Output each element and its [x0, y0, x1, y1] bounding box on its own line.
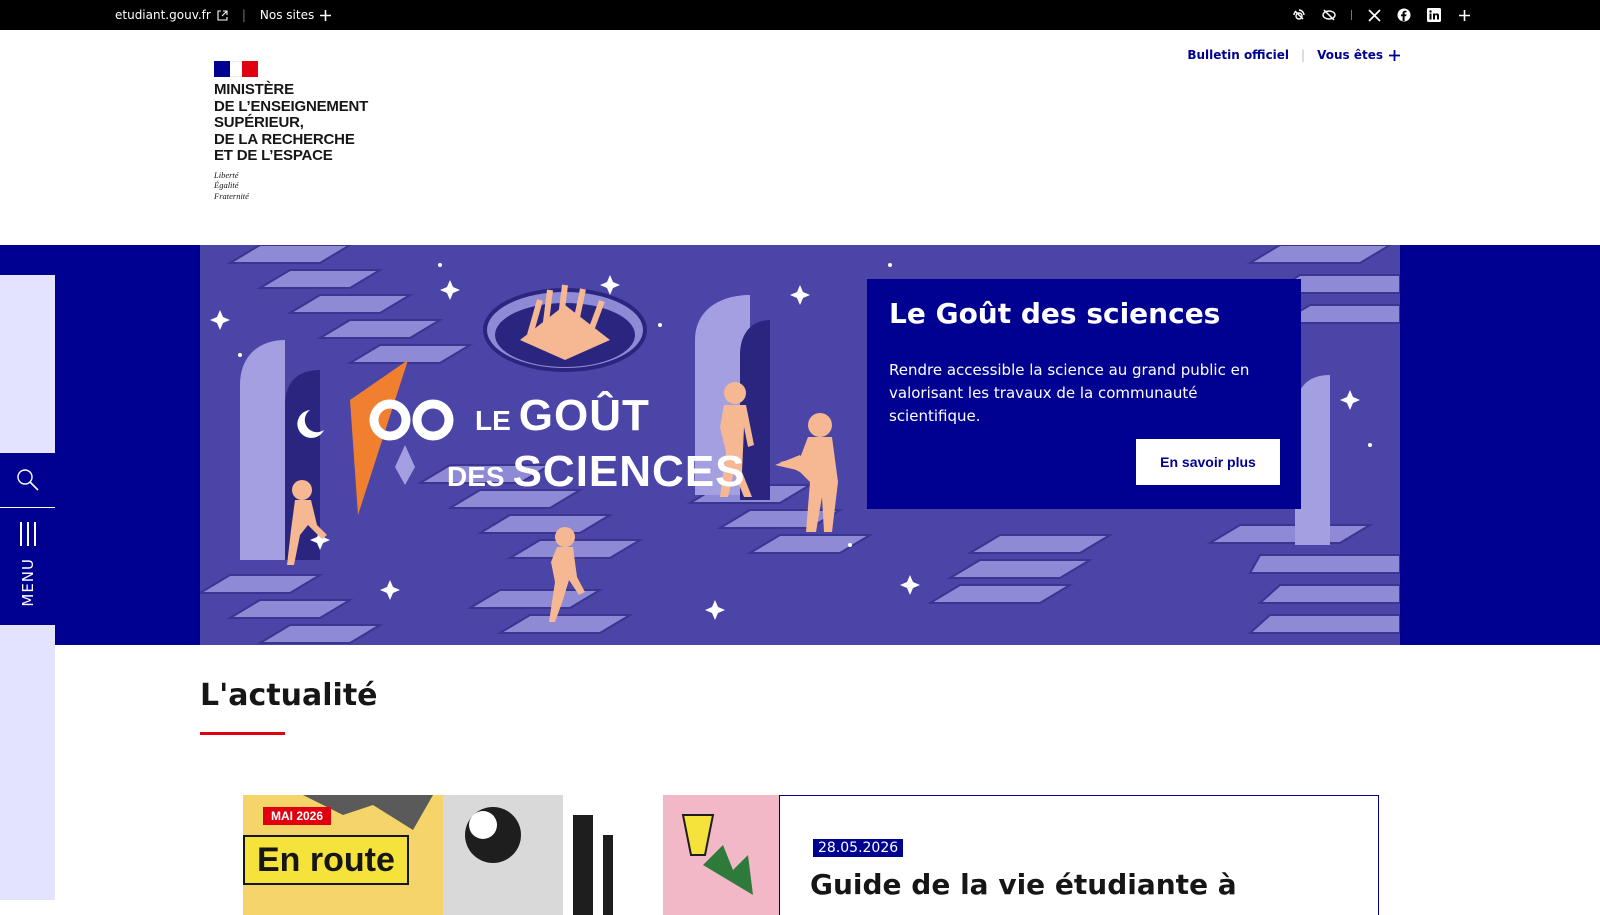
header-links: Bulletin officiel | Vous êtes	[1187, 48, 1400, 62]
vous-etes-label: Vous êtes	[1317, 48, 1383, 62]
search-icon	[16, 469, 39, 491]
title-underline	[200, 732, 285, 735]
news-title[interactable]: Guide de la vie étudiante à	[810, 868, 1237, 901]
menu-icon	[19, 522, 36, 546]
art-title-le: LE	[475, 405, 511, 436]
art-title-gout: GOÛT	[518, 391, 650, 440]
news-card-image: MAI 2026 En route	[243, 795, 779, 915]
plus-icon	[1389, 49, 1400, 61]
search-button[interactable]	[0, 453, 55, 508]
news-image-title: En route	[243, 835, 409, 885]
top-bar-left: etudiant.gouv.fr | Nos sites	[115, 0, 332, 30]
ministry-logo[interactable]: MINISTÈRE DE L’ENSEIGNEMENT SUPÉRIEUR, D…	[214, 61, 394, 201]
external-link-icon	[217, 9, 228, 21]
hero-card: Le Goût des sciences Rendre accessible l…	[867, 279, 1301, 509]
menu-label: MENU	[18, 558, 37, 607]
top-bar-right	[1291, 0, 1472, 30]
hide-icon[interactable]	[1321, 7, 1337, 23]
nos-sites-label: Nos sites	[259, 8, 315, 22]
top-bar-separator: |	[241, 8, 246, 22]
en-savoir-plus-button[interactable]: En savoir plus	[1136, 439, 1280, 485]
etudiant-site-label: etudiant.gouv.fr	[115, 8, 211, 22]
facebook-icon[interactable]	[1396, 7, 1412, 23]
news-date: 28.05.2026	[813, 839, 904, 857]
news-section-title: L'actualité	[200, 678, 378, 713]
x-twitter-icon[interactable]	[1366, 7, 1382, 23]
hero-banner: LE GOÛT DES SCIENCES Le Goût des sciences …	[200, 245, 1400, 645]
nos-sites-button[interactable]: Nos sites	[259, 8, 332, 22]
hero-card-title: Le Goût des sciences	[889, 297, 1221, 330]
top-bar-divider	[1351, 10, 1352, 20]
plus-icon	[320, 9, 332, 21]
vous-etes-button[interactable]: Vous êtes	[1317, 48, 1400, 62]
top-bar: etudiant.gouv.fr | Nos sites	[0, 0, 1600, 30]
republic-motto: Liberté Égalité Fraternité	[214, 169, 249, 201]
hero-art-title: LE GOÛT DES SCIENCES	[447, 391, 746, 505]
news-card-body: 28.05.2026 Guide de la vie étudiante à	[779, 795, 1379, 915]
contrast-icon[interactable]	[1291, 7, 1307, 23]
staircase-bottom-left	[200, 574, 384, 644]
etudiant-site-link[interactable]: etudiant.gouv.fr	[115, 8, 228, 22]
art-title-des: DES	[447, 461, 505, 492]
header-link-separator: |	[1301, 48, 1306, 62]
menu-button[interactable]: MENU	[0, 510, 55, 625]
linkedin-icon[interactable]	[1426, 7, 1442, 23]
hero-card-text: Rendre accessible la science au grand pu…	[889, 361, 1250, 425]
marianne-flag-icon	[214, 61, 258, 77]
more-social-plus-icon[interactable]	[1456, 7, 1472, 23]
art-title-sciences: SCIENCES	[512, 447, 746, 496]
ministry-name: MINISTÈRE DE L’ENSEIGNEMENT SUPÉRIEUR, D…	[214, 81, 369, 164]
news-image-tag: MAI 2026	[263, 807, 332, 825]
bulletin-officiel-link[interactable]: Bulletin officiel	[1187, 48, 1289, 62]
news-card[interactable]: MAI 2026 En route 28.05.2026 Guide de la…	[243, 795, 1379, 915]
